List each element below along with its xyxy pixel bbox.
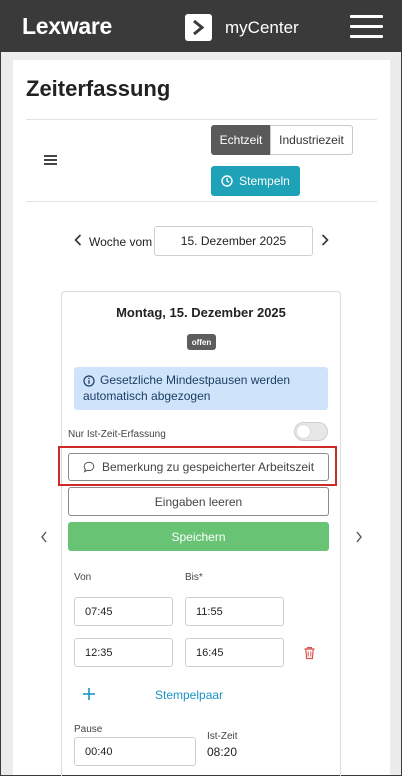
day-prev-chevron-icon[interactable] (39, 530, 49, 544)
ist-zeit-label: Ist-Zeit (207, 731, 238, 742)
bis-label: Bis* (185, 572, 203, 583)
week-date-field[interactable]: 15. Dezember 2025 (154, 226, 313, 256)
trash-icon[interactable] (303, 646, 316, 660)
required-mark: * (198, 572, 203, 583)
pause-label: Pause (74, 724, 103, 735)
ist-zeit-toggle-label: Nur Ist-Zeit-Erfassung (68, 429, 166, 440)
add-stempelpaar-link[interactable]: Stempelpaar (155, 688, 223, 702)
info-icon (83, 375, 95, 387)
bis-input-1[interactable]: 11:55 (185, 597, 284, 626)
info-alert: Gesetzliche Mindestpausen werden automat… (74, 367, 328, 410)
plus-icon[interactable] (82, 687, 96, 701)
mycenter-label[interactable]: myCenter (225, 18, 299, 38)
toggle-knob (297, 425, 310, 438)
ist-zeit-value: 08:20 (207, 745, 238, 759)
bis-input-2[interactable]: 16:45 (185, 638, 284, 667)
week-prev-chevron-icon[interactable] (73, 233, 83, 247)
clear-inputs-button[interactable]: Eingaben leeren (68, 487, 329, 516)
page-gutter-top (13, 52, 390, 60)
mycenter-icon[interactable] (185, 14, 212, 41)
week-next-chevron-icon[interactable] (320, 233, 330, 247)
list-menu-icon[interactable] (44, 155, 57, 165)
top-bar: Lexware myCenter (1, 1, 401, 52)
stempeln-label: Stempeln (239, 174, 290, 188)
clock-icon (221, 175, 233, 187)
von-input-1[interactable]: 07:45 (74, 597, 173, 626)
hamburger-menu-icon[interactable] (350, 15, 383, 39)
pause-input[interactable]: 00:40 (74, 737, 196, 766)
von-input-2[interactable]: 12:35 (74, 638, 173, 667)
divider (26, 201, 377, 202)
status-badge: offen (187, 334, 216, 350)
remark-button[interactable]: Bemerkung zu gespeicherter Arbeitszeit (68, 453, 329, 481)
mode-industriezeit-button[interactable]: Industriezeit (270, 125, 353, 155)
mode-echtzeit-button[interactable]: Echtzeit (211, 125, 271, 155)
info-text: Gesetzliche Mindestpausen werden automat… (83, 373, 291, 403)
day-title: Montag, 15. Dezember 2025 (116, 305, 286, 320)
von-label: Von (74, 572, 92, 583)
save-button[interactable]: Speichern (68, 522, 329, 551)
speech-bubble-icon (83, 461, 95, 473)
page-title: Zeiterfassung (26, 76, 171, 101)
week-label: Woche vom (89, 235, 153, 249)
remark-button-label: Bemerkung zu gespeicherter Arbeitszeit (101, 460, 315, 474)
page-gutter-right (390, 52, 401, 775)
lexware-logo[interactable]: Lexware (22, 13, 112, 40)
page-gutter-left (1, 52, 13, 775)
stempeln-button[interactable]: Stempeln (211, 166, 300, 196)
divider (26, 119, 377, 120)
day-next-chevron-icon[interactable] (354, 530, 364, 544)
ist-zeit-toggle[interactable] (294, 422, 328, 441)
